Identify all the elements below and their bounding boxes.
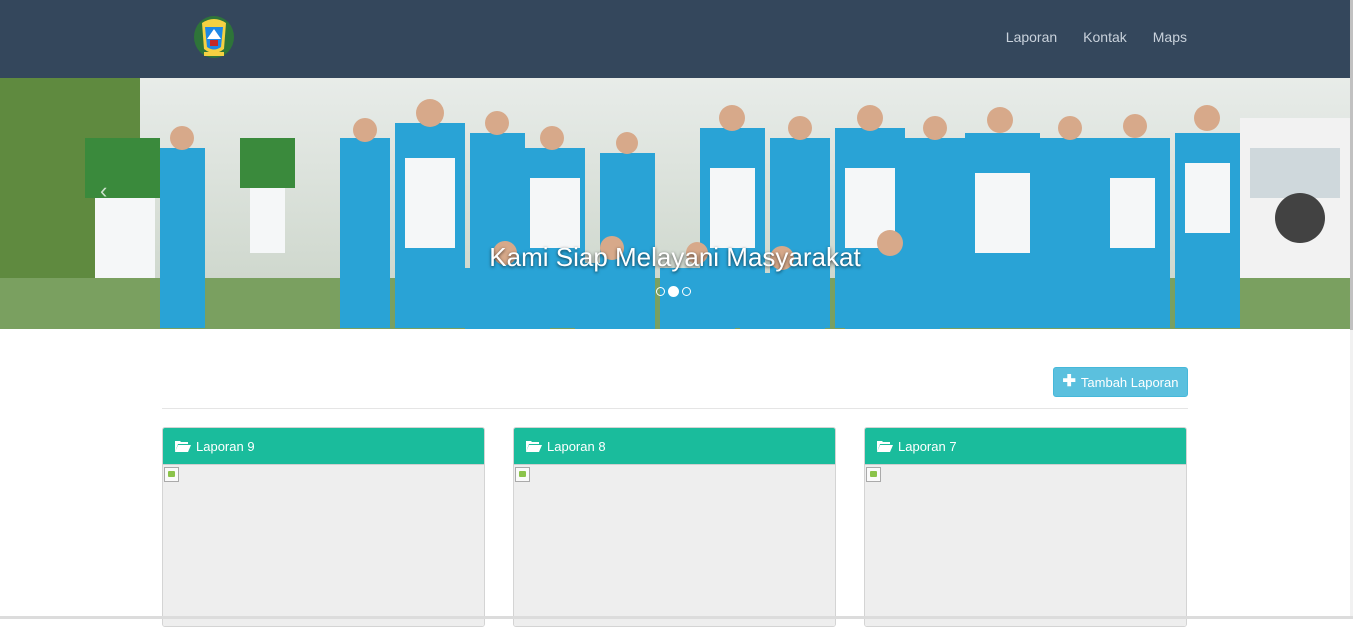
carousel-prev-chevron-left-icon[interactable]: ‹ [100, 178, 107, 204]
folder-open-icon [526, 441, 542, 452]
report-card-header[interactable]: Laporan 7 [865, 428, 1186, 464]
divider [162, 408, 1188, 409]
folder-open-icon [175, 441, 191, 452]
plus-icon: ✚ [1062, 373, 1076, 390]
carousel-indicator-active[interactable] [668, 286, 679, 297]
report-card[interactable]: Laporan 9 [162, 427, 485, 627]
carousel-indicators [656, 286, 691, 297]
report-card-title: Laporan 9 [196, 438, 255, 454]
carousel-indicator[interactable] [682, 287, 691, 296]
report-card-title: Laporan 7 [898, 438, 957, 454]
report-card-title: Laporan 8 [547, 438, 606, 454]
regency-emblem-icon[interactable] [190, 13, 238, 61]
report-card-header[interactable]: Laporan 8 [514, 428, 835, 464]
nav-link-kontak[interactable]: Kontak [1070, 28, 1140, 46]
nav-menu: Laporan Kontak Maps [993, 28, 1187, 46]
report-card[interactable]: Laporan 7 [864, 427, 1187, 627]
report-card-header[interactable]: Laporan 9 [163, 428, 484, 464]
top-navbar: Laporan Kontak Maps [0, 0, 1350, 78]
carousel-indicator[interactable] [656, 287, 665, 296]
add-report-label: Tambah Laporan [1080, 374, 1179, 390]
hero-carousel[interactable]: ‹ Kami Siap Melayani Masyarakat [0, 78, 1350, 329]
nav-link-laporan[interactable]: Laporan [993, 28, 1070, 46]
report-card-image [163, 464, 484, 626]
nav-link-maps[interactable]: Maps [1140, 28, 1187, 46]
broken-image-icon [515, 467, 530, 482]
broken-image-icon [866, 467, 881, 482]
add-report-button[interactable]: ✚ Tambah Laporan [1053, 367, 1188, 397]
carousel-caption: Kami Siap Melayani Masyarakat [489, 242, 861, 272]
folder-open-icon [877, 441, 893, 452]
broken-image-icon [164, 467, 179, 482]
report-card[interactable]: Laporan 8 [513, 427, 836, 627]
report-card-image [514, 464, 835, 626]
report-card-image [865, 464, 1186, 626]
